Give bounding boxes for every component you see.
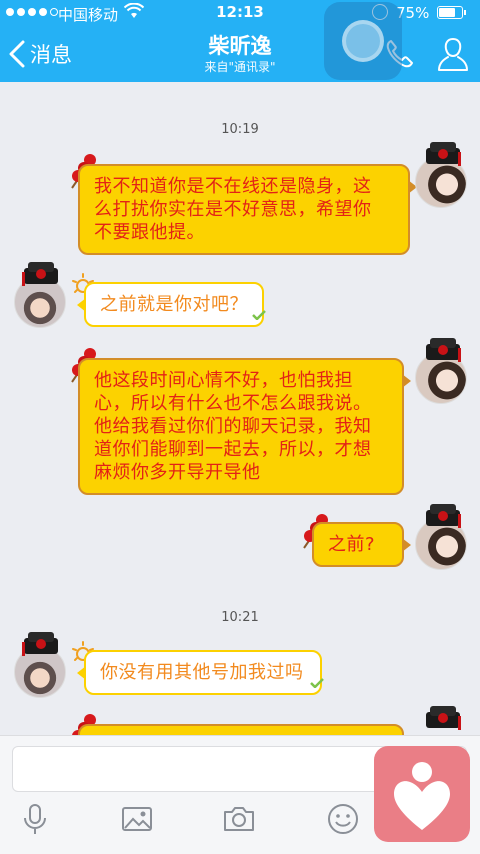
battery-icon xyxy=(437,6,466,19)
message-bubble-partial[interactable] xyxy=(78,724,404,735)
battery-level xyxy=(439,8,455,17)
message-line: 他这段时间心情不好，也怕我担 xyxy=(94,370,353,391)
camera-icon[interactable] xyxy=(222,802,256,836)
message-bubble[interactable]: 你没有用其他号加我过吗 xyxy=(77,650,322,695)
message-line: 之前就是你对吧？ xyxy=(100,294,248,315)
favorite-button[interactable] xyxy=(374,746,470,842)
timestamp: 10:21 xyxy=(221,610,259,625)
message-line: 我不知道你是不在线还是隐身，这 xyxy=(94,176,372,197)
message-line: 么打扰你实在是不好意思，希望你 xyxy=(94,199,372,220)
profile-icon[interactable] xyxy=(436,36,470,72)
message-line: 麻烦你多开导开导他 xyxy=(94,462,261,483)
status-bar: 中国移动 12:13 75% xyxy=(0,0,480,26)
heart-icon xyxy=(394,762,450,830)
message-line: 你没有用其他号加我过吗 xyxy=(100,662,304,683)
chat-header: 中国移动 12:13 75% 消息 柴昕逸 来自"通讯录" xyxy=(0,0,480,82)
message-bubble[interactable]: 之前就是你对吧？ xyxy=(77,282,264,327)
timestamp: 10:19 xyxy=(221,122,259,137)
message-bubble[interactable]: 之前? xyxy=(312,522,411,567)
qing-hat-icon xyxy=(426,706,461,730)
picture-icon[interactable] xyxy=(120,802,154,836)
message-list: 10:19 我不知道你是不在线还是隐身，这 么打扰你实在是不好意思，希望你 不要… xyxy=(0,82,480,735)
message-line: 不要跟他提。 xyxy=(94,222,205,243)
message-line: 道你们能聊到一起去，所以，才想 xyxy=(94,439,372,460)
assistive-touch-button[interactable] xyxy=(324,2,402,80)
message-line: 他给我看过你们的聊天记录，我知 xyxy=(94,416,372,437)
message-bubble[interactable]: 他这段时间心情不好，也怕我担 心，所以有什么也不怎么跟我说。 他给我看过你们的聊… xyxy=(78,358,411,495)
read-check-icon xyxy=(310,678,324,688)
read-check-icon xyxy=(252,310,266,320)
message-line: 心，所以有什么也不怎么跟我说。 xyxy=(94,393,372,414)
qing-hat-icon xyxy=(426,142,461,166)
qing-hat-icon xyxy=(22,262,58,286)
qing-hat-icon xyxy=(426,338,461,362)
message-line: 之前? xyxy=(328,534,376,555)
qing-hat-icon xyxy=(22,632,58,656)
smiley-icon[interactable] xyxy=(326,802,360,836)
message-bubble[interactable]: 我不知道你是不在线还是隐身，这 么打扰你实在是不好意思，希望你 不要跟他提。 xyxy=(78,164,417,255)
qing-hat-icon xyxy=(426,504,461,528)
microphone-icon[interactable] xyxy=(18,802,52,836)
